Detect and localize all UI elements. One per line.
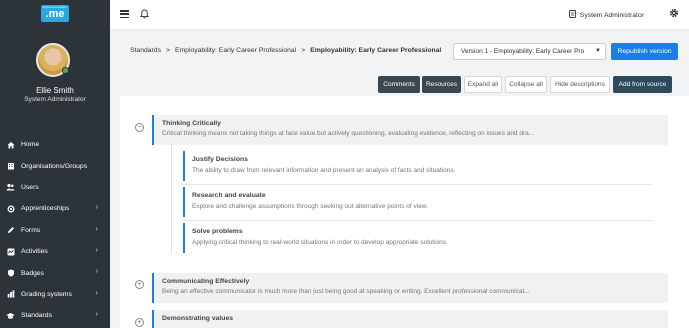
activities-icon [6,247,15,256]
child-title: Research and evaluate [192,192,266,199]
child-description: Applying critical thinking to real-world… [192,239,448,246]
target-icon [6,204,15,213]
breadcrumb-current: Employability: Early Career Professional [310,47,442,54]
sidebar-item-standards[interactable]: Standards › [0,305,110,326]
building-icon [6,162,15,171]
sidebar-nav: Home Organisations/Groups Users Apprenti… [0,134,110,327]
gear-icon[interactable] [669,8,679,20]
child-description: Explore and challenge assumptions throug… [192,203,428,210]
sidebar-item-activities[interactable]: Activities › [0,241,110,262]
shield-icon [6,269,15,278]
sidebar-item-grading-systems[interactable]: Grading systems › [0,284,110,305]
sidebar-item-label: Apprenticeships [21,205,70,213]
user-menu-label: System Administrator [579,11,644,19]
breadcrumb-separator: > [301,47,306,54]
sidebar-item-apprenticeships[interactable]: Apprenticeships › [0,198,110,219]
sidebar-item-organisations[interactable]: Organisations/Groups [0,155,110,176]
section-description: Critical thinking means not taking thing… [162,130,535,137]
chevron-right-icon: › [95,246,98,254]
sidebar-item-label: Forms [21,226,41,234]
child-justify-decisions[interactable]: Justify Decisions The ability to draw fr… [183,151,623,181]
section-title: Communicating Effectively [162,278,250,285]
divider [182,184,652,185]
sidebar-item-label: Grading systems [21,290,72,298]
sidebar-item-label: Users [21,183,39,191]
child-title: Justify Decisions [192,156,248,163]
child-title: Solve problems [192,228,243,235]
sidebar-item-label: Standards [21,312,52,320]
collapse-all-button[interactable]: Collapse all [505,76,547,93]
sidebar-item-badges[interactable]: Badges › [0,262,110,283]
sidebar-item-label: Home [21,141,40,149]
app-logo[interactable]: apprenticeships .me [41,5,69,22]
caret-down-icon: ▼ [595,48,601,54]
expand-toggle-icon[interactable]: + [135,280,144,289]
sidebar-item-users[interactable]: Users [0,177,110,198]
bell-icon[interactable] [139,9,150,21]
hide-descriptions-button[interactable]: Hide descriptions [550,76,610,93]
graduation-cap-icon [6,311,15,320]
sidebar-item-label: Activities [21,248,48,256]
expand-toggle-icon[interactable]: + [135,318,144,327]
main-content: Standards > Employability: Early Career … [110,30,689,328]
resources-button[interactable]: Resources [422,76,461,93]
section-title: Thinking Critically [162,120,221,127]
logo-text: .me [45,8,65,20]
collapse-toggle-icon[interactable]: − [135,123,144,132]
child-solve-problems[interactable]: Solve problems Applying critical thinkin… [183,223,623,253]
user-role: System Administrator [24,96,86,103]
section-demonstrating-values[interactable]: Demonstrating values [152,310,668,328]
home-icon [6,140,15,149]
republish-version-button[interactable]: Republish version [611,43,678,60]
add-from-source-button[interactable]: Add from source [613,76,672,93]
section-communicating-effectively[interactable]: Communicating Effectively Being an effec… [152,273,668,303]
chevron-right-icon: › [95,289,98,297]
child-research-and-evaluate[interactable]: Research and evaluate Explore and challe… [183,187,623,217]
user-menu[interactable]: System Administrator [568,10,644,20]
expand-all-button[interactable]: Expand all [464,76,502,93]
pencil-icon [6,226,15,235]
section-description: Being an effective communicator is much … [162,288,530,295]
section-thinking-critically[interactable]: Thinking Critically Critical thinking me… [152,115,668,145]
sidebar: apprenticeships .me Ellie Smith System A… [0,0,110,328]
breadcrumb-item-standards[interactable]: Standards [130,47,161,54]
chevron-right-icon: › [95,268,98,276]
comments-button[interactable]: Comments [378,76,420,93]
sidebar-item-forms[interactable]: Forms › [0,220,110,241]
user-name: Ellie Smith [36,86,74,95]
online-status-dot [62,67,69,74]
sidebar-item-label: Badges [21,269,45,277]
version-select-value: Version 1 - Employability: Early Career … [461,48,585,55]
sidebar-item-home[interactable]: Home [0,134,110,155]
breadcrumb: Standards > Employability: Early Career … [130,47,441,54]
standards-tree-panel: − Thinking Critically Critical thinking … [120,96,689,328]
menu-icon[interactable] [120,10,129,19]
child-description: The ability to draw from relevant inform… [192,167,456,174]
id-card-icon [568,10,576,20]
chevron-right-icon: › [95,225,98,233]
version-select[interactable]: Version 1 - Employability: Early Career … [453,43,606,60]
users-icon [6,183,15,192]
breadcrumb-separator: > [165,47,170,54]
top-bar: System Administrator [110,0,689,30]
avatar[interactable] [36,43,70,77]
sidebar-item-label: Organisations/Groups [21,162,88,170]
section-title: Demonstrating values [162,315,234,322]
chevron-right-icon: › [95,204,98,212]
breadcrumb-item-standard[interactable]: Employability: Early Career Professional [175,47,296,54]
chart-icon [6,290,15,299]
chevron-right-icon: › [95,311,98,319]
divider [182,220,652,221]
